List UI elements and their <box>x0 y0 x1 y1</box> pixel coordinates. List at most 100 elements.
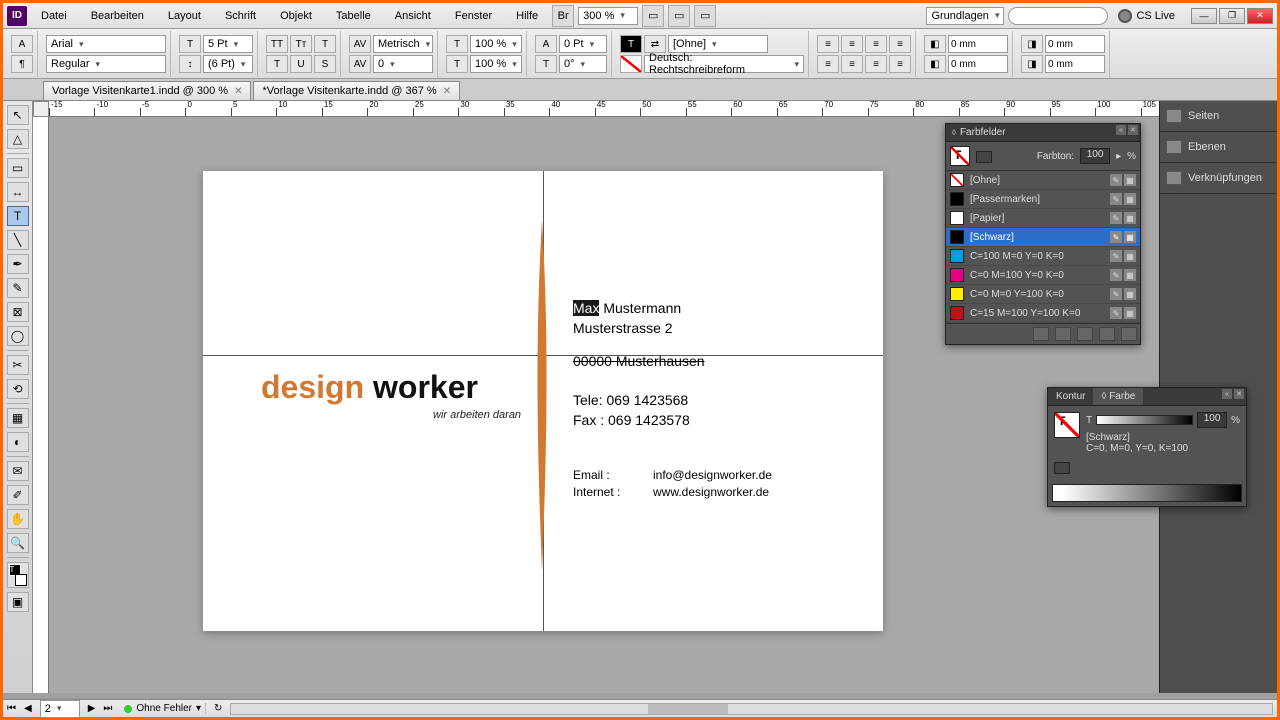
color-proxy-icon[interactable]: T <box>1054 412 1080 438</box>
strike-icon[interactable]: S <box>314 55 336 73</box>
leading-select[interactable]: (6 Pt) <box>203 55 253 73</box>
kerning-select[interactable]: Metrisch <box>373 35 433 53</box>
fill-stroke-tool[interactable]: T <box>7 562 29 588</box>
swatch-add-icon[interactable] <box>1099 327 1115 341</box>
vscale-select[interactable]: 100 % <box>470 35 522 53</box>
selection-tool[interactable]: ↖ <box>7 105 29 125</box>
caps-icon[interactable]: TT <box>266 35 288 53</box>
underline-icon[interactable]: U <box>290 55 312 73</box>
inset-c-input[interactable]: 0 mm <box>1045 35 1105 53</box>
gradient-tool[interactable]: ▦ <box>7 408 29 428</box>
panel-close-icon[interactable]: ✕ <box>1128 125 1138 135</box>
type-tool[interactable]: T <box>7 206 29 226</box>
char-mode-icon[interactable]: A <box>11 35 33 53</box>
swatches-panel-title[interactable]: Farbfelder <box>946 124 1140 142</box>
sub-icon[interactable]: T <box>266 55 288 73</box>
align-jl-icon[interactable]: ≡ <box>817 55 839 73</box>
super-icon[interactable]: T <box>314 35 336 53</box>
swatch-row[interactable]: [Schwarz]✎▦ <box>946 228 1140 247</box>
swatch-row[interactable]: C=100 M=0 Y=0 K=0✎▦ <box>946 247 1140 266</box>
hand-tool[interactable]: ✋ <box>7 509 29 529</box>
swatch-row[interactable]: [Passermarken]✎▦ <box>946 190 1140 209</box>
tab-farbe[interactable]: ◊ Farbe <box>1093 388 1143 405</box>
align-jc-icon[interactable]: ≡ <box>841 55 863 73</box>
font-style-select[interactable]: Regular <box>46 55 166 73</box>
menu-datei[interactable]: Datei <box>31 6 77 26</box>
align-justify-icon[interactable]: ≡ <box>889 35 911 53</box>
doc-tab-1[interactable]: Vorlage Visitenkarte1.indd @ 300 %✕ <box>43 81 251 100</box>
page-number-select[interactable]: 2 <box>40 700 80 718</box>
swatch-row[interactable]: [Ohne]✎▦ <box>946 171 1140 190</box>
swatch-row[interactable]: [Papier]✎▦ <box>946 209 1140 228</box>
ruler-horizontal[interactable]: -15-10-505101520253035404550556065707580… <box>49 101 1277 117</box>
swatch-edit-icon[interactable]: ✎ <box>1110 212 1122 224</box>
gap-tool[interactable]: ↔ <box>7 182 29 202</box>
color-panel[interactable]: «✕ Kontur ◊ Farbe T T100% [Schwarz] C=0,… <box>1047 387 1247 507</box>
panel-collapse-icon[interactable]: « <box>1116 125 1126 135</box>
arrange-icon[interactable]: ▭ <box>694 5 716 27</box>
inset-d-input[interactable]: 0 mm <box>1045 55 1105 73</box>
menu-ansicht[interactable]: Ansicht <box>385 6 441 26</box>
page-tool[interactable]: ▭ <box>7 158 29 178</box>
swatch-edit-icon[interactable]: ✎ <box>1110 250 1122 262</box>
swatch-trash-icon[interactable] <box>1121 327 1137 341</box>
status-open-icon[interactable]: ↻ <box>214 703 222 714</box>
panel-links[interactable]: Verknüpfungen <box>1160 163 1277 194</box>
align-full-icon[interactable]: ≡ <box>889 55 911 73</box>
bridge-icon[interactable]: Br <box>552 5 574 27</box>
swatch-edit-icon[interactable]: ✎ <box>1110 269 1122 281</box>
window-maximize[interactable]: ❐ <box>1219 8 1245 24</box>
swatch-edit-icon[interactable]: ✎ <box>1110 231 1122 243</box>
line-tool[interactable]: ╲ <box>7 230 29 250</box>
page-nav-last-icon[interactable]: ⏭ <box>103 703 112 714</box>
fill-swatch-select[interactable]: [Ohne] <box>668 35 768 53</box>
swatch-edit-icon[interactable]: ✎ <box>1110 307 1122 319</box>
ruler-vertical[interactable] <box>33 117 49 693</box>
direct-select-tool[interactable]: △ <box>7 129 29 149</box>
eyedropper-tool[interactable]: ✐ <box>7 485 29 505</box>
menu-hilfe[interactable]: Hilfe <box>506 6 548 26</box>
swatch-edit-icon[interactable]: ✎ <box>1110 193 1122 205</box>
swatch-row[interactable]: C=15 M=100 Y=100 K=0✎▦ <box>946 304 1140 323</box>
feather-tool[interactable]: ◐ <box>7 432 29 452</box>
page-nav-first-icon[interactable]: ⏮ <box>7 703 16 714</box>
swatch-thumb-icon[interactable] <box>1077 327 1093 341</box>
workspace-select[interactable]: Grundlagen <box>926 7 1004 25</box>
window-minimize[interactable]: — <box>1191 8 1217 24</box>
view-mode-icon[interactable]: ▭ <box>642 5 664 27</box>
align-left-icon[interactable]: ≡ <box>817 35 839 53</box>
page-nav-prev-icon[interactable]: ◀ <box>24 703 32 714</box>
inset-b-input[interactable]: 0 mm <box>948 55 1008 73</box>
baseline-input[interactable]: 0 Pt <box>559 35 607 53</box>
align-center-icon[interactable]: ≡ <box>841 35 863 53</box>
scissors-tool[interactable]: ✂ <box>7 355 29 375</box>
hscale-select[interactable]: 100 % <box>470 55 522 73</box>
swatches-panel[interactable]: «✕ Farbfelder T Farbton: 100 ▸ % [Ohne]✎… <box>945 123 1141 345</box>
fill-proxy-icon[interactable]: T <box>950 146 970 166</box>
stroke-proxy-icon[interactable] <box>976 151 992 163</box>
menu-schrift[interactable]: Schrift <box>215 6 266 26</box>
zoom-select[interactable]: 300 % <box>578 7 638 25</box>
tint-slider[interactable] <box>1096 415 1193 425</box>
menu-fenster[interactable]: Fenster <box>445 6 502 26</box>
horizontal-scrollbar[interactable] <box>230 703 1273 715</box>
ruler-origin[interactable] <box>33 101 49 117</box>
tracking-select[interactable]: 0 <box>373 55 433 73</box>
zoom-tool[interactable]: 🔍 <box>7 533 29 553</box>
para-mode-icon[interactable]: ¶ <box>11 55 33 73</box>
swatch-edit-icon[interactable]: ✎ <box>1110 288 1122 300</box>
preflight-status[interactable]: Ohne Fehler▾ <box>120 703 206 714</box>
pencil-tool[interactable]: ✎ <box>7 278 29 298</box>
panel-collapse-icon[interactable]: « <box>1222 389 1232 399</box>
ellipse-tool[interactable]: ◯ <box>7 326 29 346</box>
inset-a-input[interactable]: 0 mm <box>948 35 1008 53</box>
menu-layout[interactable]: Layout <box>158 6 211 26</box>
cs-live-button[interactable]: CS Live <box>1112 9 1181 23</box>
page-nav-next-icon[interactable]: ▶ <box>88 703 96 714</box>
swap-fill-icon[interactable]: ⇄ <box>644 35 666 53</box>
close-tab-icon[interactable]: ✕ <box>443 86 451 97</box>
panel-ebenen[interactable]: Ebenen <box>1160 132 1277 163</box>
font-family-select[interactable]: Arial <box>46 35 166 53</box>
menu-bearbeiten[interactable]: Bearbeiten <box>81 6 154 26</box>
view-mode-tool[interactable]: ▣ <box>7 592 29 612</box>
